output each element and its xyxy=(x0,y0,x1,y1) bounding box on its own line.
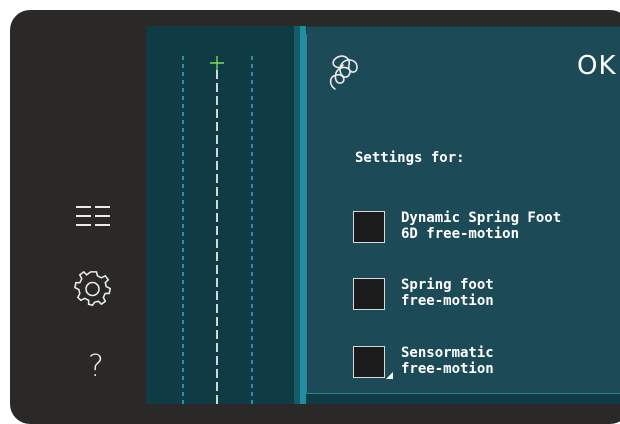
option-spring-foot[interactable]: Spring foot free-motion xyxy=(353,277,620,318)
list-view-button[interactable] xyxy=(70,198,120,240)
popup-top-strip xyxy=(307,27,620,35)
checkbox[interactable] xyxy=(353,278,385,310)
option-sensormatic[interactable]: Sensormatic free-motion xyxy=(353,345,620,386)
more-options-indicator-icon xyxy=(386,372,393,379)
settings-button[interactable] xyxy=(70,268,120,310)
option-dynamic-spring-foot[interactable]: Dynamic Spring Foot 6D free-motion xyxy=(353,210,620,251)
settings-title: Settings for: xyxy=(355,150,465,166)
option-label: Sensormatic free-motion xyxy=(401,345,494,377)
free-motion-icon xyxy=(327,51,361,99)
checkbox[interactable] xyxy=(353,346,385,378)
help-button[interactable]: ? xyxy=(88,346,138,388)
main-screen: OK Settings for: Dynamic Spring Foot 6D … xyxy=(146,26,620,404)
free-motion-settings-popup: OK Settings for: Dynamic Spring Foot 6D … xyxy=(306,27,620,394)
machine-frame: ? OK Settings for: Dynamic Spring Foot 6… xyxy=(10,10,620,424)
ok-button[interactable]: OK xyxy=(577,51,617,81)
option-label: Dynamic Spring Foot 6D free-motion xyxy=(401,210,562,242)
stitch-preview xyxy=(146,26,306,404)
gear-icon xyxy=(70,268,120,308)
option-label: Spring foot free-motion xyxy=(401,277,494,309)
left-toolbar: ? xyxy=(10,10,146,424)
checkbox[interactable] xyxy=(353,211,385,243)
list-view-icon xyxy=(70,198,120,234)
